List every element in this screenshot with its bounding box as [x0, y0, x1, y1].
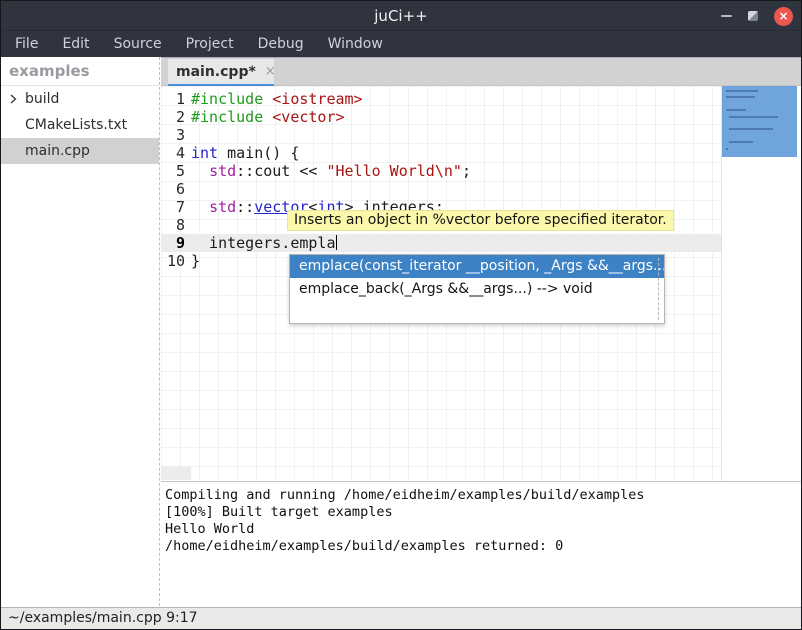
- tab-label: main.cpp*: [176, 64, 256, 80]
- menu-item-project[interactable]: Project: [174, 31, 246, 57]
- minimap: [721, 86, 801, 481]
- autocomplete-popup: emplace(const_iterator __position, _Args…: [289, 254, 665, 324]
- minimap-code-line: [726, 90, 758, 92]
- line-number: 10: [161, 252, 191, 270]
- line-code: [191, 180, 721, 198]
- line-number: 6: [161, 180, 191, 198]
- line-number: 4: [161, 144, 191, 162]
- build-output-panel: Compiling and running /home/eidheim/exam…: [161, 481, 801, 606]
- main-area: main.cpp* × 1#include <iostream>2#includ…: [161, 57, 801, 606]
- restore-button[interactable]: [748, 11, 758, 21]
- app-window: juCi++ × FileEditSourceProjectDebugWindo…: [0, 0, 802, 630]
- file-tree: buildCMakeLists.txtmain.cpp: [1, 86, 159, 164]
- code-line[interactable]: 6: [161, 180, 721, 198]
- menu-item-source[interactable]: Source: [102, 31, 174, 57]
- editor: 1#include <iostream>2#include <vector>34…: [161, 86, 801, 481]
- menu-item-window[interactable]: Window: [316, 31, 395, 57]
- window-controls: ×: [721, 1, 793, 31]
- line-number: 9: [161, 234, 191, 252]
- code-line[interactable]: 5 std::cout << "Hello World\n";: [161, 162, 721, 180]
- autocomplete-item[interactable]: emplace_back(_Args &&__args...) --> void: [290, 278, 664, 301]
- doc-tooltip: Inserts an object in %vector before spec…: [287, 210, 674, 231]
- line-code: [191, 126, 721, 144]
- line-code: integers.empla: [191, 234, 721, 252]
- tab-main-cpp[interactable]: main.cpp* ×: [168, 59, 274, 87]
- code-line[interactable]: 4int main() {: [161, 144, 721, 162]
- minimize-button[interactable]: [721, 15, 732, 17]
- minimap-code-line: [729, 128, 773, 130]
- tree-item-cmakelists-txt[interactable]: CMakeLists.txt: [1, 112, 159, 138]
- menu-item-edit[interactable]: Edit: [50, 31, 101, 57]
- line-number: 5: [161, 162, 191, 180]
- line-code: int main() {: [191, 144, 721, 162]
- line-code: #include <iostream>: [191, 90, 721, 108]
- tabbar: main.cpp* ×: [161, 57, 801, 86]
- code-line[interactable]: 9 integers.empla: [161, 234, 721, 252]
- statusbar: ~/examples/main.cpp 9:17: [1, 607, 801, 629]
- autocomplete-list: emplace(const_iterator __position, _Args…: [290, 255, 664, 301]
- minimap-code-line: [729, 116, 778, 118]
- hscrollbar-thumb[interactable]: [161, 467, 191, 480]
- line-number: 3: [161, 126, 191, 144]
- close-button[interactable]: ×: [774, 7, 793, 26]
- line-number: 8: [161, 216, 191, 234]
- window-title: juCi++: [1, 1, 801, 31]
- menu-item-file[interactable]: File: [3, 31, 50, 57]
- line-number: 7: [161, 198, 191, 216]
- line-code: #include <vector>: [191, 108, 721, 126]
- output-line: Hello World: [165, 521, 801, 538]
- line-number: 2: [161, 108, 191, 126]
- minimap-code-line: [729, 141, 753, 143]
- output-line: /home/eidheim/examples/build/examples re…: [165, 538, 801, 555]
- menu-item-debug[interactable]: Debug: [246, 31, 316, 57]
- output-line: [100%] Built target examples: [165, 504, 801, 521]
- file-tree-sidebar: examples buildCMakeLists.txtmain.cpp: [1, 57, 160, 606]
- minimap-code-line: [726, 96, 755, 98]
- project-name: examples: [1, 57, 159, 86]
- status-file-position: ~/examples/main.cpp 9:17: [8, 610, 198, 626]
- output-line: Compiling and running /home/eidheim/exam…: [165, 487, 801, 504]
- line-code: std::cout << "Hello World\n";: [191, 162, 721, 180]
- menubar: FileEditSourceProjectDebugWindow: [1, 31, 801, 57]
- tree-item-label: build: [25, 86, 59, 112]
- tree-item-label: CMakeLists.txt: [25, 112, 127, 138]
- code-line[interactable]: 1#include <iostream>: [161, 90, 721, 108]
- code-line[interactable]: 3: [161, 126, 721, 144]
- autocomplete-item[interactable]: emplace(const_iterator __position, _Args…: [290, 255, 664, 278]
- line-number: 1: [161, 90, 191, 108]
- chevron-right-icon[interactable]: [8, 94, 18, 104]
- tree-item-main-cpp[interactable]: main.cpp: [1, 138, 159, 164]
- minimap-slider[interactable]: [722, 86, 797, 157]
- titlebar[interactable]: juCi++ ×: [1, 1, 801, 31]
- tab-close-icon[interactable]: ×: [265, 65, 276, 78]
- minimap-code-line: [726, 148, 728, 150]
- code-line[interactable]: 2#include <vector>: [161, 108, 721, 126]
- tree-item-build[interactable]: build: [1, 86, 159, 112]
- minimap-code-line: [726, 109, 746, 111]
- popup-scrollbar[interactable]: [658, 258, 659, 320]
- tree-item-label: main.cpp: [25, 138, 90, 164]
- text-cursor: [336, 235, 337, 250]
